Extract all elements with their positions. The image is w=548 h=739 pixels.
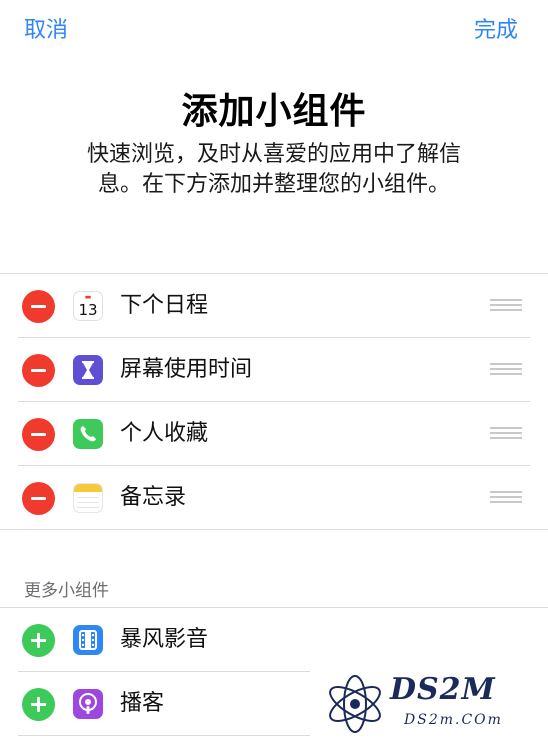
film-icon <box>73 625 103 655</box>
cancel-button[interactable]: 取消 <box>24 12 68 44</box>
widget-label: 下个日程 <box>120 293 209 318</box>
plus-icon-bar <box>37 633 40 648</box>
add-widget-button[interactable] <box>22 624 55 657</box>
widget-row-favorites: 个人收藏 <box>0 402 548 466</box>
more-widget-row: 暴风影音 <box>0 608 548 672</box>
minus-icon <box>31 305 46 308</box>
podcast-icon <box>73 689 103 719</box>
reorder-handle-icon[interactable] <box>490 363 522 377</box>
page-description: 快速浏览，及时从喜爱的应用中了解信 息。在下方添加并整理您的小组件。 <box>54 140 494 200</box>
widget-row-calendar: ▬ 13 下个日程 <box>0 274 548 338</box>
remove-widget-button[interactable] <box>22 290 55 323</box>
reorder-handle-icon[interactable] <box>490 299 522 313</box>
remove-widget-button[interactable] <box>22 418 55 451</box>
calendar-icon: ▬ 13 <box>73 291 103 321</box>
minus-icon <box>31 433 46 436</box>
description-line-1: 快速浏览，及时从喜爱的应用中了解信 <box>86 142 461 167</box>
widget-label: 暴风影音 <box>120 627 209 652</box>
more-widgets-header: 更多小组件 <box>24 581 109 601</box>
watermark-brand: DS2M <box>390 672 496 707</box>
hourglass-icon <box>73 355 103 385</box>
widget-label: 屏幕使用时间 <box>120 357 253 382</box>
plus-icon-bar <box>37 697 40 712</box>
watermark: DS2M DS2m.COm <box>324 672 546 736</box>
watermark-url: DS2m.COm <box>404 712 503 728</box>
atom-logo-icon <box>329 675 381 733</box>
done-button[interactable]: 完成 <box>474 12 518 44</box>
minus-icon <box>31 497 46 500</box>
reorder-handle-icon[interactable] <box>490 491 522 505</box>
notes-icon-line <box>77 502 99 503</box>
minus-icon <box>31 369 46 372</box>
widget-row-notes: 备忘录 <box>0 466 548 530</box>
notes-icon <box>73 483 103 513</box>
calendar-icon-header: ▬ <box>84 293 92 301</box>
active-widgets-list: ▬ 13 下个日程 屏幕使用时间 个人收藏 备忘录 <box>0 273 548 530</box>
widget-label: 个人收藏 <box>120 421 209 446</box>
add-widget-button[interactable] <box>22 688 55 721</box>
remove-widget-button[interactable] <box>22 354 55 387</box>
phone-icon <box>73 419 103 449</box>
widget-row-screen-time: 屏幕使用时间 <box>0 338 548 402</box>
notes-icon-line <box>77 497 99 498</box>
calendar-day: 13 <box>78 301 98 319</box>
description-line-2: 息。在下方添加并整理您的小组件。 <box>97 172 450 197</box>
remove-widget-button[interactable] <box>22 482 55 515</box>
page-title: 添加小组件 <box>181 91 367 132</box>
notes-icon-band <box>74 484 102 492</box>
navigation-bar: 取消 完成 <box>0 0 548 52</box>
reorder-handle-icon[interactable] <box>490 427 522 441</box>
widget-label: 播客 <box>120 691 165 716</box>
notes-icon-line <box>77 507 99 508</box>
widget-label: 备忘录 <box>120 485 187 510</box>
